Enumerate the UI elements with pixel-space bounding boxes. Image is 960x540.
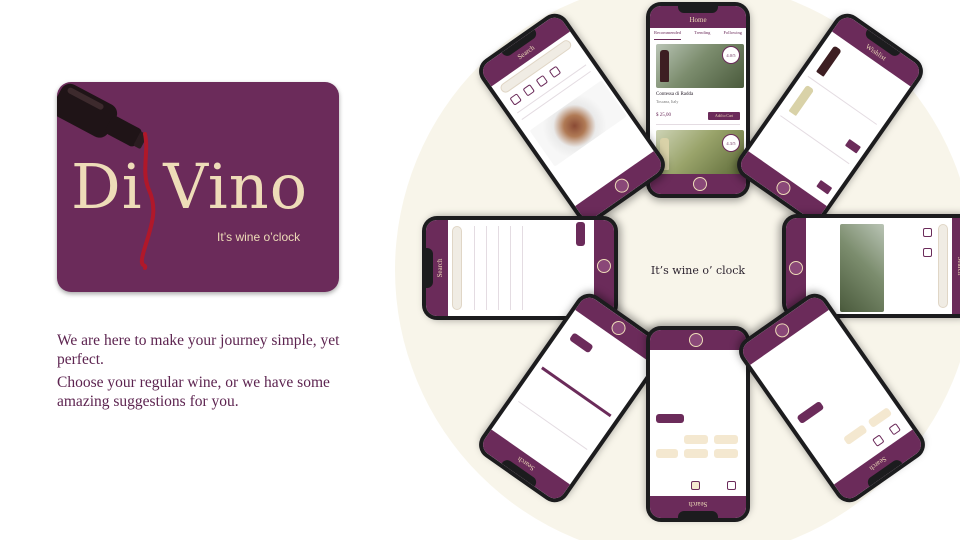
filter-chip[interactable] bbox=[656, 449, 678, 458]
camera-icon[interactable] bbox=[693, 177, 707, 191]
intro-text-1: We are here to make your journey simple,… bbox=[57, 332, 340, 368]
search-input[interactable] bbox=[452, 226, 462, 310]
tab-following[interactable]: Following bbox=[723, 30, 742, 40]
filter-chip[interactable] bbox=[684, 449, 708, 458]
filter-chip[interactable] bbox=[714, 449, 738, 458]
phone-filter-bottom: Search bbox=[646, 326, 750, 522]
search-title: Search bbox=[436, 258, 444, 278]
filter-icon[interactable] bbox=[509, 93, 522, 106]
search-title: Search bbox=[688, 500, 708, 508]
brand-title: Di Vino bbox=[71, 150, 309, 223]
filter-icon[interactable] bbox=[522, 84, 536, 97]
filter-icon[interactable] bbox=[888, 422, 901, 436]
add-to-cart-button[interactable] bbox=[816, 179, 833, 195]
bottom-nav bbox=[650, 174, 746, 194]
intro-text-2: Choose your regular wine, or we have som… bbox=[57, 374, 330, 410]
filter-chip[interactable] bbox=[576, 222, 585, 246]
filter-chip[interactable] bbox=[568, 332, 594, 354]
wine-region: Toscana, Italy bbox=[656, 99, 679, 104]
filter-chip[interactable] bbox=[714, 435, 738, 444]
filter-icon[interactable] bbox=[923, 248, 932, 257]
brand-tagline: It’s wine o’clock bbox=[217, 230, 301, 244]
home-tabs: Recommended Trending Following bbox=[654, 30, 742, 40]
filter-icon[interactable] bbox=[727, 481, 736, 490]
tab-recommended[interactable]: Recommended bbox=[654, 30, 681, 40]
add-to-cart-button[interactable] bbox=[844, 138, 861, 154]
filter-icon[interactable] bbox=[872, 434, 885, 447]
filter-chip[interactable] bbox=[867, 407, 893, 429]
rating-badge: 4.0/5 bbox=[722, 46, 740, 64]
bottle-image bbox=[816, 45, 842, 77]
filter-icon[interactable] bbox=[691, 481, 700, 490]
filter-icon[interactable] bbox=[923, 228, 932, 237]
filter-chip[interactable] bbox=[842, 424, 868, 446]
phone-notch bbox=[678, 6, 718, 13]
camera-icon[interactable] bbox=[689, 333, 703, 347]
logo-card: Di Vino It’s wine o’clock bbox=[57, 82, 339, 292]
wine-image bbox=[840, 224, 884, 312]
add-to-cart-button[interactable]: Add to Cart bbox=[708, 112, 740, 120]
bottle-image bbox=[788, 84, 815, 117]
wine-price: $ 25,00 bbox=[656, 113, 671, 118]
wine-name: Contessa di Radda bbox=[656, 92, 694, 97]
camera-icon[interactable] bbox=[773, 178, 794, 198]
slide: Di Vino It’s wine o’clock We are here to… bbox=[0, 0, 960, 540]
search-input[interactable] bbox=[938, 224, 948, 308]
camera-icon[interactable] bbox=[597, 259, 611, 273]
filter-icon[interactable] bbox=[535, 74, 549, 88]
tab-trending[interactable]: Trending bbox=[694, 30, 710, 40]
camera-icon[interactable] bbox=[789, 261, 803, 275]
search-title: Search bbox=[956, 256, 960, 276]
center-tagline: It’s wine o’ clock bbox=[650, 264, 746, 277]
camera-icon[interactable] bbox=[772, 320, 792, 341]
filter-icon[interactable] bbox=[548, 65, 562, 79]
filter-chip[interactable] bbox=[684, 435, 708, 444]
bottle-image bbox=[660, 50, 669, 82]
camera-icon[interactable] bbox=[612, 175, 632, 196]
wishlist-header: Wishlist bbox=[831, 13, 924, 87]
filter-chip[interactable] bbox=[656, 414, 684, 423]
divider bbox=[656, 124, 740, 125]
filter-chip[interactable] bbox=[796, 400, 825, 425]
camera-icon[interactable] bbox=[608, 318, 629, 338]
rating-badge: 4.3/5 bbox=[722, 134, 740, 152]
home-title: Home bbox=[689, 16, 707, 24]
